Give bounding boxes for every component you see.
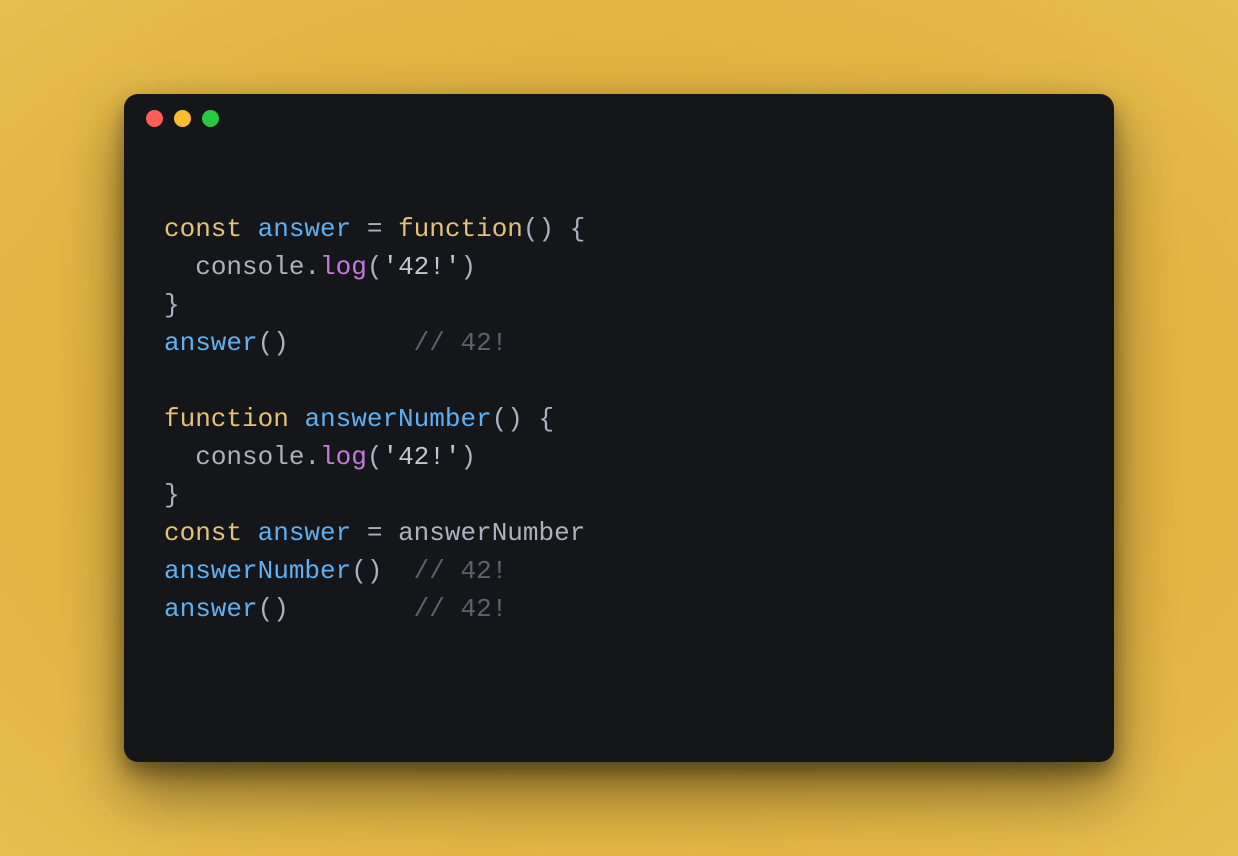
code-token: const xyxy=(164,518,242,548)
code-token xyxy=(242,214,258,244)
code-line: const answer = function() { xyxy=(164,210,1074,248)
code-token: } xyxy=(164,480,180,510)
code-line: console.log('42!') xyxy=(164,438,1074,476)
code-token: answerNumber xyxy=(304,404,491,434)
code-token: answerNumber xyxy=(398,518,585,548)
code-token: } xyxy=(164,290,180,320)
code-token: log xyxy=(320,442,367,472)
code-token xyxy=(242,518,258,548)
code-token: { xyxy=(539,404,555,434)
code-token xyxy=(382,556,413,586)
code-token xyxy=(382,214,398,244)
close-icon[interactable] xyxy=(146,110,163,127)
code-line: answer() // 42! xyxy=(164,590,1074,628)
code-token xyxy=(554,214,570,244)
code-token: = xyxy=(367,518,383,548)
code-token: // 42! xyxy=(414,556,508,586)
code-token: () xyxy=(258,594,289,624)
code-token: ) xyxy=(460,252,476,282)
code-token xyxy=(351,214,367,244)
code-token: ( xyxy=(367,252,383,282)
code-token: // 42! xyxy=(414,328,508,358)
code-line xyxy=(164,362,1074,400)
code-token: answer xyxy=(164,328,258,358)
code-line: } xyxy=(164,476,1074,514)
code-block: const answer = function() { console.log(… xyxy=(124,142,1114,762)
code-token: '42!' xyxy=(382,252,460,282)
code-token: () xyxy=(492,404,523,434)
code-line: const answer = answerNumber xyxy=(164,514,1074,552)
code-token: = xyxy=(367,214,383,244)
code-token: answerNumber xyxy=(164,556,351,586)
code-token: . xyxy=(304,442,320,472)
code-token: function xyxy=(164,404,289,434)
code-token: () xyxy=(523,214,554,244)
code-token: log xyxy=(320,252,367,282)
code-token: () xyxy=(351,556,382,586)
code-token: function xyxy=(398,214,523,244)
code-token: ( xyxy=(367,442,383,472)
code-window: const answer = function() { console.log(… xyxy=(124,94,1114,762)
code-line: console.log('42!') xyxy=(164,248,1074,286)
code-token xyxy=(164,442,195,472)
code-token: ) xyxy=(460,442,476,472)
code-token xyxy=(523,404,539,434)
code-token: '42!' xyxy=(382,442,460,472)
code-token: () xyxy=(258,328,289,358)
code-token xyxy=(289,594,414,624)
zoom-icon[interactable] xyxy=(202,110,219,127)
code-line: answer() // 42! xyxy=(164,324,1074,362)
code-token: answer xyxy=(164,594,258,624)
code-token xyxy=(164,252,195,282)
code-token xyxy=(351,518,367,548)
code-token: . xyxy=(304,252,320,282)
code-token: { xyxy=(570,214,586,244)
window-titlebar xyxy=(124,94,1114,142)
code-token: answer xyxy=(258,214,352,244)
code-token xyxy=(382,518,398,548)
code-line: } xyxy=(164,286,1074,324)
code-token xyxy=(289,404,305,434)
code-token: answer xyxy=(258,518,352,548)
code-token: const xyxy=(164,214,242,244)
code-line: answerNumber() // 42! xyxy=(164,552,1074,590)
code-token: // 42! xyxy=(414,594,508,624)
code-line: function answerNumber() { xyxy=(164,400,1074,438)
code-token: console xyxy=(195,442,304,472)
code-token xyxy=(289,328,414,358)
minimize-icon[interactable] xyxy=(174,110,191,127)
code-token: console xyxy=(195,252,304,282)
